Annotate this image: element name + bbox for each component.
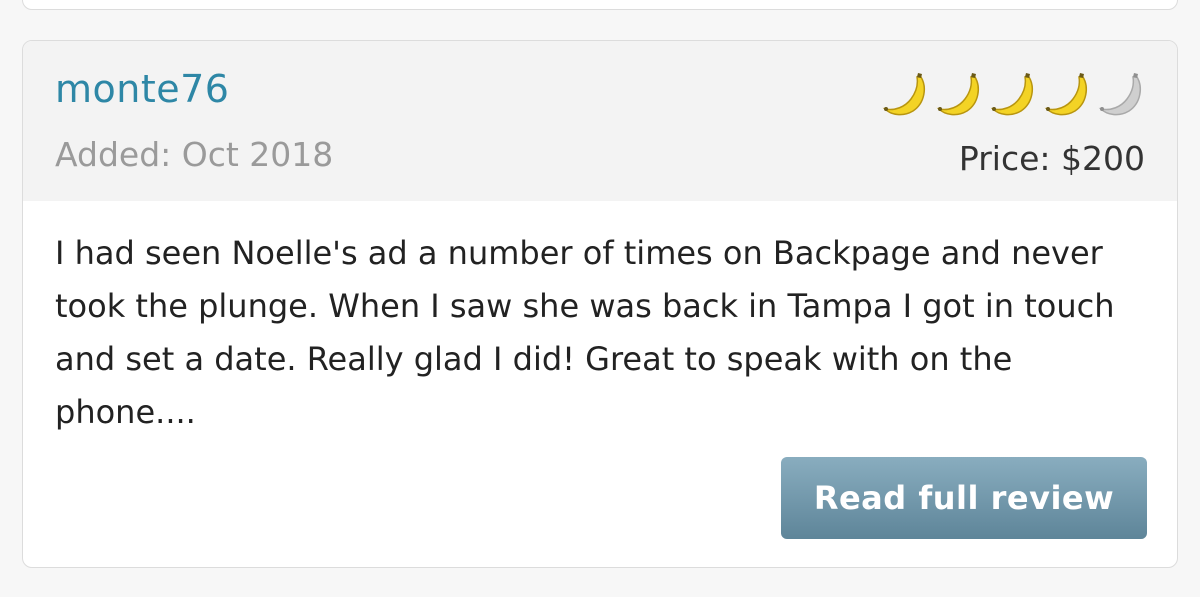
banana-rating xyxy=(881,71,1147,117)
previous-review-card xyxy=(22,0,1178,10)
reviewer-username[interactable]: monte76 xyxy=(55,67,229,111)
review-header: monte76 Added: Oct 2018 Price: $200 xyxy=(23,41,1177,201)
review-text: I had seen Noelle's ad a number of times… xyxy=(55,234,1115,431)
review-card: monte76 Added: Oct 2018 Price: $200 I ha… xyxy=(22,40,1178,568)
banana-icon xyxy=(1098,73,1142,116)
review-date: Added: Oct 2018 xyxy=(55,135,334,174)
read-full-review-button[interactable]: Read full review xyxy=(781,457,1147,539)
banana-icon xyxy=(990,73,1034,116)
banana-icon xyxy=(936,73,980,116)
banana-icon xyxy=(882,73,926,116)
banana-icon xyxy=(1044,73,1088,116)
review-price: Price: $200 xyxy=(958,139,1145,178)
